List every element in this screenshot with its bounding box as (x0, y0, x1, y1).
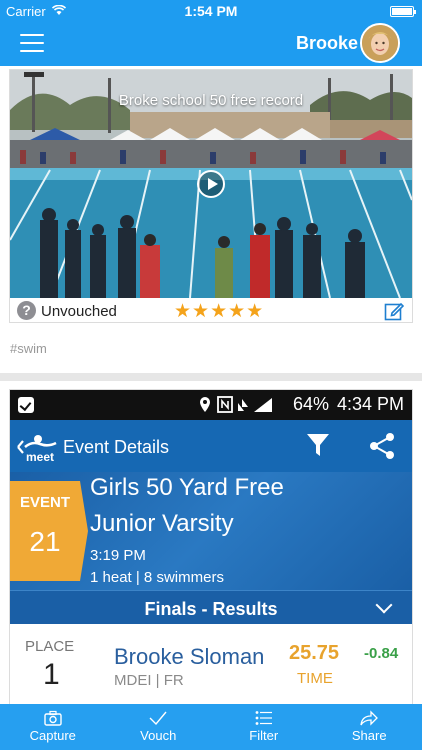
time-label: TIME (297, 670, 333, 687)
event-number: 21 (29, 526, 61, 557)
event-heats-info: 1 heat | 8 swimmers (90, 569, 224, 586)
camera-icon (44, 710, 62, 726)
swim-time: 25.75 (289, 642, 340, 664)
android-status-bar: 64% 4:34 PM (10, 390, 412, 420)
result-row: PLACE 1 Brooke Sloman MDEI | FR 25.75 TI… (10, 624, 412, 704)
feed[interactable]: Broke school 50 free record ? Unvouched … (0, 66, 422, 704)
video-thumbnail[interactable]: Broke school 50 free record (10, 70, 412, 298)
checkbox-notification-icon (18, 397, 34, 413)
list-icon (255, 711, 272, 725)
android-time: 4:34 PM (336, 394, 404, 414)
avatar[interactable] (360, 23, 400, 63)
time-diff: -0.84 (364, 645, 399, 662)
tab-share-label: Share (351, 728, 387, 743)
event-name-line1: Girls 50 Yard Free (90, 474, 284, 501)
app-header: Brooke (0, 22, 422, 66)
checkmark-icon (149, 711, 167, 726)
tab-filter-label: Filter (249, 728, 279, 743)
event-badge: EVENT 21 (10, 481, 88, 581)
vouch-status: Unvouched (41, 303, 117, 320)
results-title: Finals - Results (144, 599, 278, 619)
svg-text:meet: meet (26, 450, 54, 464)
share-icon (370, 433, 394, 459)
tab-capture-label: Capture (29, 728, 76, 743)
edit-icon[interactable] (384, 301, 404, 321)
question-mark-icon: ? (17, 301, 36, 320)
event-label: EVENT (19, 494, 70, 511)
status-bar: Carrier 1:54 PM (0, 0, 422, 22)
meet-app-header: meet Event Details (10, 420, 412, 472)
filter-icon (307, 434, 329, 456)
battery-icon (390, 6, 416, 17)
status-time: 1:54 PM (184, 3, 238, 19)
meet-logo-icon: meet (17, 435, 57, 464)
place-value: 1 (43, 658, 60, 691)
android-status-icons (200, 396, 272, 413)
hamburger-menu-icon[interactable] (20, 34, 44, 52)
event-time: 3:19 PM (90, 547, 146, 564)
post-divider (0, 373, 422, 381)
results-bar: Finals - Results (10, 590, 412, 624)
tab-share[interactable]: Share (317, 704, 422, 750)
event-name-line2: Junior Varsity (90, 510, 234, 537)
bottom-tab-bar: Capture Vouch Filter Share (0, 704, 422, 750)
avatar-face-icon (362, 25, 398, 61)
image-post[interactable]: 64% 4:34 PM meet Event Details EVENT 21 … (9, 389, 413, 704)
tab-filter[interactable]: Filter (211, 704, 317, 750)
tab-vouch[interactable]: Vouch (106, 704, 212, 750)
swimmer-team: MDEI | FR (114, 672, 184, 689)
post-footer: ? Unvouched ★★★★★ (10, 298, 412, 323)
tab-capture[interactable]: Capture (0, 704, 106, 750)
play-icon[interactable] (197, 170, 225, 198)
share-arrow-icon (360, 710, 379, 726)
post-tag[interactable]: #swim (10, 341, 47, 356)
event-panel: EVENT 21 Girls 50 Yard Free Junior Varsi… (10, 472, 412, 590)
place-label: PLACE (25, 638, 75, 655)
android-battery-level: 64% (293, 394, 330, 414)
video-title: Broke school 50 free record (118, 92, 304, 109)
user-name[interactable]: Brooke (296, 33, 358, 54)
video-post[interactable]: Broke school 50 free record ? Unvouched … (9, 69, 413, 323)
swimmer-name: Brooke Sloman (114, 644, 265, 669)
tab-vouch-label: Vouch (140, 728, 177, 743)
star-rating[interactable]: ★★★★★ (174, 300, 264, 323)
meet-header-title: Event Details (63, 437, 170, 457)
